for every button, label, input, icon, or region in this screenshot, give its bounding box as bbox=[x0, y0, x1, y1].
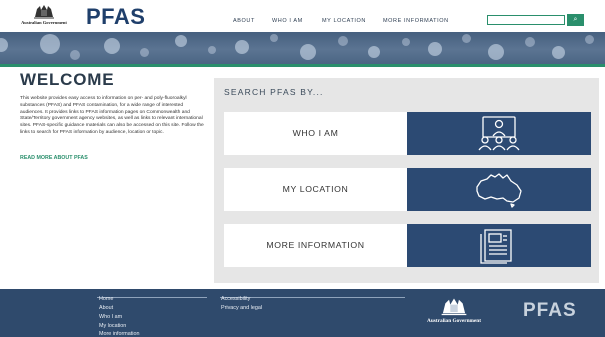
gov-crest-logo[interactable]: Australian Government bbox=[20, 3, 68, 29]
card-icon-panel bbox=[407, 224, 591, 267]
footer-link-about[interactable]: About bbox=[99, 305, 113, 311]
coat-of-arms-icon bbox=[34, 5, 54, 19]
footer-gov-label: Australian Government bbox=[427, 318, 481, 324]
site-footer: Home About Who I am My location More inf… bbox=[0, 289, 605, 337]
search-card-more-information[interactable]: MORE INFORMATION bbox=[224, 224, 591, 267]
search-by-panel: SEARCH PFAS BY... WHO I AM MY LOCATION M… bbox=[214, 78, 599, 283]
footer-link-my-location[interactable]: My location bbox=[99, 323, 126, 329]
footer-link-more-information[interactable]: More information bbox=[99, 331, 139, 337]
read-more-link[interactable]: READ MORE ABOUT PFAS bbox=[20, 155, 88, 161]
site-logo[interactable]: PFAS bbox=[86, 4, 145, 30]
site-header: Australian Government PFAS ABOUT WHO I A… bbox=[0, 0, 605, 32]
footer-link-who-i-am[interactable]: Who I am bbox=[99, 314, 122, 320]
welcome-heading: WELCOME bbox=[20, 70, 115, 89]
search-card-my-location[interactable]: MY LOCATION bbox=[224, 168, 591, 211]
gov-label: Australian Government bbox=[21, 20, 67, 25]
nav-about[interactable]: ABOUT bbox=[233, 18, 255, 24]
footer-link-privacy[interactable]: Privacy and legal bbox=[221, 305, 262, 311]
australia-map-icon bbox=[476, 173, 522, 208]
document-icon bbox=[480, 229, 512, 264]
footer-divider bbox=[97, 297, 207, 298]
audience-icon bbox=[478, 116, 520, 151]
hero-banner bbox=[0, 32, 605, 64]
nav-who-i-am[interactable]: WHO I AM bbox=[272, 18, 303, 24]
banner-divider bbox=[0, 64, 605, 67]
card-label: MY LOCATION bbox=[282, 184, 349, 194]
search-by-heading: SEARCH PFAS BY... bbox=[224, 87, 324, 97]
footer-link-home[interactable]: Home bbox=[99, 296, 113, 302]
page: Australian Government PFAS ABOUT WHO I A… bbox=[0, 0, 605, 337]
footer-logo: PFAS bbox=[523, 300, 577, 321]
nav-more-information[interactable]: MORE INFORMATION bbox=[383, 18, 449, 24]
card-label: MORE INFORMATION bbox=[266, 240, 365, 250]
search-icon: ⌕ bbox=[573, 16, 578, 23]
footer-gov-crest: Australian Government bbox=[418, 296, 490, 326]
nav-my-location[interactable]: MY LOCATION bbox=[322, 18, 366, 24]
search-button[interactable]: ⌕ bbox=[567, 14, 584, 26]
card-icon-panel bbox=[407, 168, 591, 211]
card-label: WHO I AM bbox=[292, 128, 339, 138]
coat-of-arms-icon bbox=[441, 298, 467, 316]
search-input[interactable] bbox=[487, 15, 565, 25]
welcome-text: This website provides easy access to inf… bbox=[20, 96, 204, 135]
card-icon-panel bbox=[407, 112, 591, 155]
search-card-who-i-am[interactable]: WHO I AM bbox=[224, 112, 591, 155]
footer-link-accessibility[interactable]: Accessibility bbox=[221, 296, 250, 302]
